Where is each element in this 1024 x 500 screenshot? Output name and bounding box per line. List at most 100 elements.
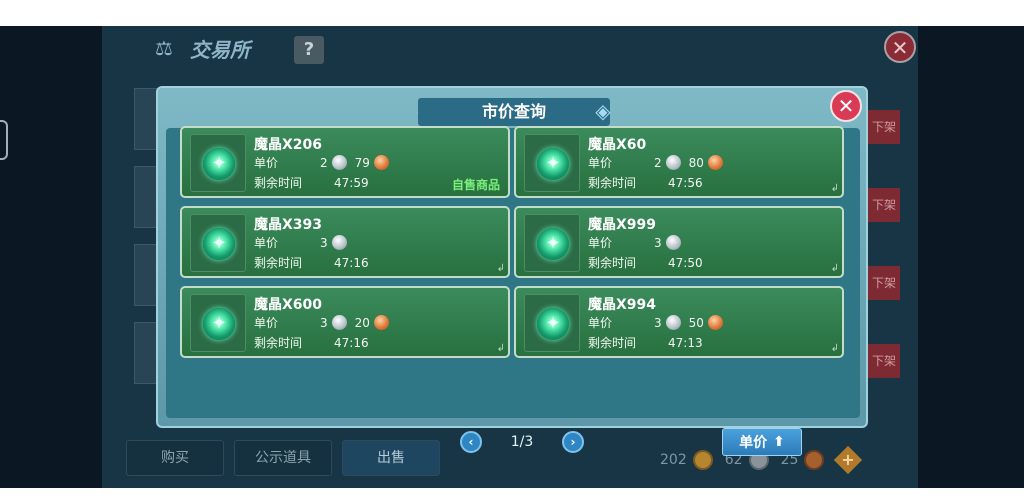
gold-coin-icon [692, 450, 713, 470]
corner-glyph-icon: ↲ [496, 263, 505, 274]
item-slot [524, 214, 580, 272]
price-row: 单价 2 79 [254, 154, 389, 171]
unlist-button[interactable]: 下架 [868, 266, 900, 300]
listing-card[interactable]: 魔晶X994 单价 3 50 剩余时间 47:13 ↲ [514, 286, 844, 358]
next-page-button[interactable]: › [562, 431, 584, 453]
sort-by-price-button[interactable]: 单价 ⬆ [722, 428, 802, 456]
time-label: 剩余时间 [588, 256, 637, 270]
unlist-button[interactable]: 下架 [868, 188, 900, 222]
unlist-button[interactable]: 下架 [868, 344, 900, 378]
self-sale-tag: 自售商品 [451, 178, 500, 192]
price-row: 单价 3 [588, 234, 681, 251]
ornament-icon: ◈ [595, 99, 611, 123]
gold-amount: 202 [660, 452, 687, 468]
time-label: 剩余时间 [254, 256, 303, 270]
magic-crystal-icon [537, 148, 569, 180]
price-row: 单价 3 [254, 234, 347, 251]
silver-count: 3 [654, 235, 662, 250]
time-row: 剩余时间 47:59 [254, 174, 369, 191]
corner-glyph-icon: ↲ [830, 263, 839, 274]
time-row: 剩余时间 47:16 [254, 334, 369, 351]
copper-count: 79 [354, 155, 370, 170]
price-value: 2 80 [654, 155, 723, 170]
silver-count: 2 [654, 155, 662, 170]
magic-crystal-icon [203, 148, 235, 180]
help-button[interactable]: ? [294, 36, 324, 64]
price-label: 单价 [254, 236, 279, 250]
exchange-title: 交易所 [190, 38, 250, 62]
item-name: 魔晶X206 [254, 137, 323, 153]
scale-icon: ⚖ [155, 36, 173, 60]
price-value: 3 [654, 235, 681, 250]
time-remaining: 47:16 [334, 335, 369, 350]
showcase-tab-button[interactable]: 公示道具 [234, 440, 332, 476]
buy-tab-button[interactable]: 购买 [126, 440, 224, 476]
add-currency-button[interactable]: + [834, 445, 863, 475]
sort-label: 单价 [739, 435, 768, 451]
sell-tab-button[interactable]: 出售 [342, 440, 440, 476]
time-row: 剩余时间 47:13 [588, 334, 703, 351]
plus-icon: + [841, 450, 856, 469]
item-name: 魔晶X60 [588, 137, 647, 153]
item-name: 魔晶X393 [254, 217, 323, 233]
silver-count: 3 [654, 315, 662, 330]
time-label: 剩余时间 [588, 336, 637, 350]
time-remaining: 47:16 [334, 255, 369, 270]
silver-coin-icon [331, 315, 347, 330]
magic-crystal-icon [203, 228, 235, 260]
price-value: 3 50 [654, 315, 723, 330]
item-slot [190, 294, 246, 352]
item-name: 魔晶X600 [254, 297, 323, 313]
price-label: 单价 [588, 316, 613, 330]
corner-glyph-icon: ↲ [830, 343, 839, 354]
listing-card[interactable]: 魔晶X393 单价 3 剩余时间 47:16 ↲ [180, 206, 510, 278]
item-slot [190, 134, 246, 192]
copper-coin-icon [804, 450, 825, 470]
price-row: 单价 3 20 [254, 314, 389, 331]
time-row: 剩余时间 47:16 [254, 254, 369, 271]
listing-card[interactable]: 魔晶X999 单价 3 剩余时间 47:50 ↲ [514, 206, 844, 278]
copper-coin-icon [707, 315, 723, 330]
listing-card[interactable]: 魔晶X60 单价 2 80 剩余时间 47:56 ↲ [514, 126, 844, 198]
item-name: 魔晶X994 [588, 297, 657, 313]
item-slot [190, 214, 246, 272]
copper-count: 20 [354, 315, 370, 330]
time-label: 剩余时间 [588, 176, 637, 190]
price-value: 2 79 [320, 155, 389, 170]
copper-coin-icon [373, 155, 389, 170]
sort-up-arrow-icon: ⬆ [773, 434, 785, 450]
time-remaining: 47:59 [334, 175, 369, 190]
silver-coin-icon [665, 235, 681, 250]
pagination: ‹ 1/3 › [460, 430, 584, 454]
corner-glyph-icon: ↲ [496, 343, 505, 354]
silver-count: 3 [320, 235, 328, 250]
exchange-close-button[interactable]: ✕ [884, 31, 916, 63]
price-row: 单价 2 80 [588, 154, 723, 171]
silver-coin-icon [665, 315, 681, 330]
price-row: 单价 3 50 [588, 314, 723, 331]
dialog-close-button[interactable]: ✕ [830, 90, 862, 122]
magic-crystal-icon [203, 308, 235, 340]
price-value: 3 [320, 235, 347, 250]
unlist-button[interactable]: 下架 [868, 110, 900, 144]
time-label: 剩余时间 [254, 176, 303, 190]
listing-card[interactable]: 魔晶X206 单价 2 79 剩余时间 47:59 自售商品 [180, 126, 510, 198]
copper-coin-icon [707, 155, 723, 170]
silver-count: 3 [320, 315, 328, 330]
price-label: 单价 [588, 156, 613, 170]
silver-coin-icon [665, 155, 681, 170]
price-value: 3 20 [320, 315, 389, 330]
prev-page-button[interactable]: ‹ [460, 431, 482, 453]
copper-coin-icon [373, 315, 389, 330]
time-remaining: 47:56 [668, 175, 703, 190]
time-row: 剩余时间 47:50 [588, 254, 703, 271]
copper-count: 80 [688, 155, 704, 170]
time-remaining: 47:50 [668, 255, 703, 270]
listing-card[interactable]: 魔晶X600 单价 3 20 剩余时间 47:16 ↲ [180, 286, 510, 358]
market-price-dialog: ◈ 市价查询 ◈ ✕ 魔晶X206单价279剩余时间47:59自售商品魔晶X60… [156, 86, 868, 456]
price-label: 单价 [254, 156, 279, 170]
side-tab-handle[interactable] [0, 120, 8, 160]
silver-coin-icon [331, 155, 347, 170]
copper-count: 50 [688, 315, 704, 330]
time-remaining: 47:13 [668, 335, 703, 350]
